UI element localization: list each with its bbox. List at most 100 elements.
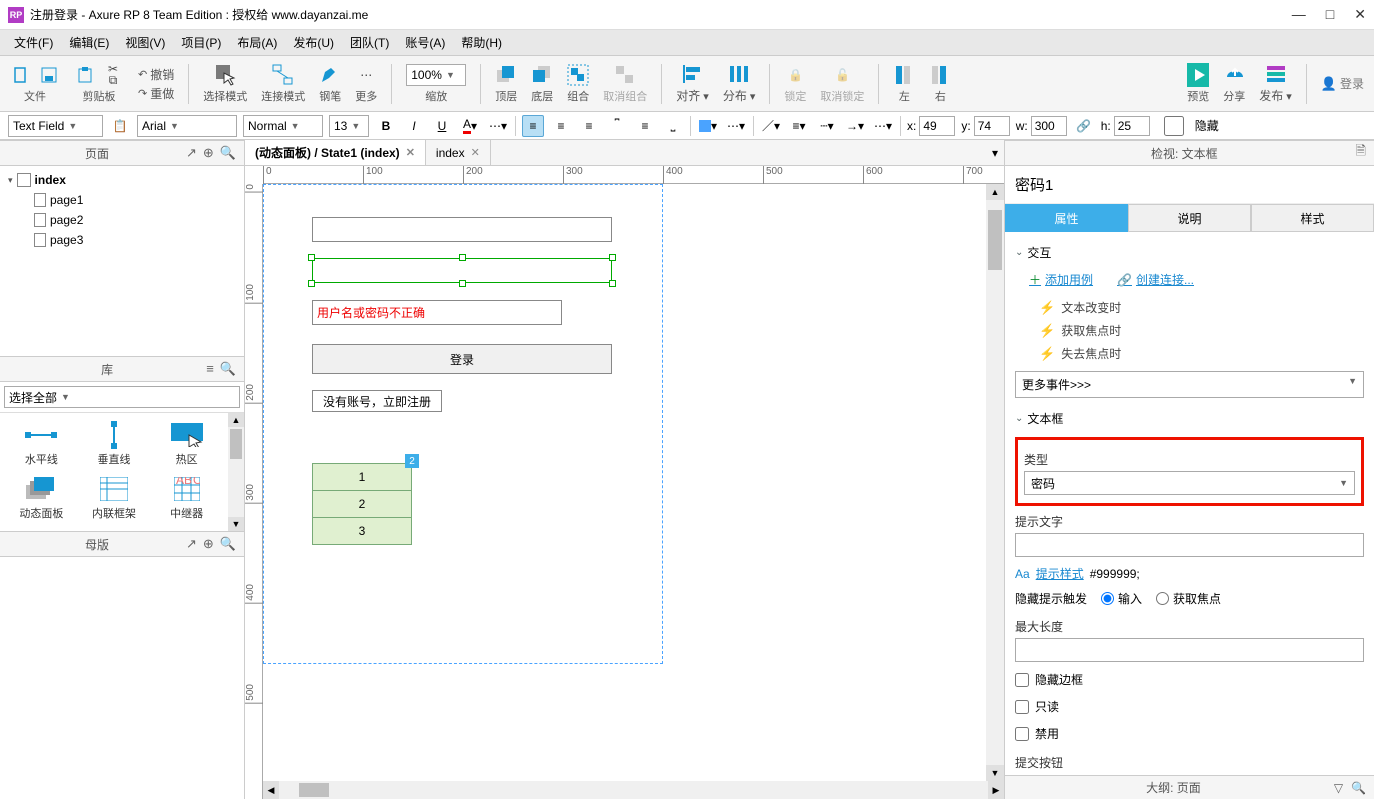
- canvas-vscroll[interactable]: ▲▼: [986, 184, 1004, 781]
- menu-team[interactable]: 团队(T): [344, 32, 395, 53]
- repeater-row[interactable]: 2: [312, 490, 412, 518]
- insp-tab-props[interactable]: 属性: [1005, 204, 1128, 232]
- menu-edit[interactable]: 编辑(E): [63, 32, 115, 53]
- menu-project[interactable]: 项目(P): [175, 32, 227, 53]
- radio-focus[interactable]: 获取焦点: [1156, 590, 1221, 607]
- event-focus[interactable]: ⚡获取焦点时: [1015, 319, 1364, 342]
- weight-select[interactable]: Normal▼: [243, 115, 323, 137]
- h-input[interactable]: [1114, 116, 1150, 136]
- canvas-hscroll[interactable]: ◀▶: [263, 781, 1004, 799]
- copy-icon[interactable]: ⧉: [102, 75, 124, 86]
- widget-name[interactable]: 密码1: [1005, 166, 1374, 204]
- add-master-icon[interactable]: ↗: [186, 536, 197, 552]
- close-tab-icon[interactable]: ✕: [471, 146, 480, 159]
- align-h-right-button[interactable]: ≡: [578, 115, 600, 137]
- add-master-folder-icon[interactable]: ⊕: [203, 536, 214, 552]
- share-icon[interactable]: [1223, 64, 1245, 86]
- event-textchange[interactable]: ⚡文本改变时: [1015, 296, 1364, 319]
- tab-state1[interactable]: (动态面板) / State1 (index)✕: [245, 140, 426, 165]
- lib-hotspot[interactable]: 热区: [151, 419, 222, 471]
- line-style-button[interactable]: ┄▾: [816, 115, 838, 137]
- preview-icon[interactable]: [1187, 64, 1209, 86]
- align-v-top-button[interactable]: ⎴: [606, 115, 628, 137]
- menu-help[interactable]: 帮助(H): [455, 32, 508, 53]
- arrow-button[interactable]: →▾: [844, 115, 866, 137]
- hide-border-checkbox[interactable]: [1015, 673, 1029, 687]
- hidden-checkbox[interactable]: 隐藏: [1156, 116, 1219, 136]
- pen-icon[interactable]: [319, 64, 341, 86]
- tree-root[interactable]: ▾index: [4, 170, 240, 190]
- link-wh-icon[interactable]: 🔗: [1073, 115, 1095, 137]
- lib-vline[interactable]: 垂直线: [79, 419, 150, 471]
- menu-account[interactable]: 账号(A): [399, 32, 451, 53]
- undo-button[interactable]: ↶ 撤销: [138, 66, 174, 83]
- menu-view[interactable]: 视图(V): [119, 32, 171, 53]
- maxlen-input[interactable]: [1015, 638, 1364, 662]
- align-right-icon[interactable]: [929, 64, 951, 86]
- menu-layout[interactable]: 布局(A): [231, 32, 283, 53]
- lib-hline[interactable]: 水平线: [6, 419, 77, 471]
- notes-icon[interactable]: 🗎: [1356, 142, 1366, 164]
- tab-dropdown-icon[interactable]: ▾: [992, 146, 998, 160]
- event-blur[interactable]: ⚡失去焦点时: [1015, 342, 1364, 365]
- font-color-button[interactable]: A ▾: [459, 115, 481, 137]
- paste-icon[interactable]: [74, 64, 96, 86]
- bold-button[interactable]: B: [375, 115, 397, 137]
- login-button[interactable]: 👤 登录: [1321, 75, 1364, 92]
- x-input[interactable]: [919, 116, 955, 136]
- lib-dynpanel[interactable]: 动态面板: [6, 473, 77, 525]
- more-line-button[interactable]: ⋯▾: [872, 115, 894, 137]
- close-tab-icon[interactable]: ✕: [406, 146, 415, 159]
- lib-iframe[interactable]: 内联框架: [79, 473, 150, 525]
- redo-button[interactable]: ↷ 重做: [138, 85, 174, 102]
- select-mode-icon[interactable]: [214, 64, 236, 86]
- radio-input[interactable]: 输入: [1101, 590, 1142, 607]
- menu-file[interactable]: 文件(F): [8, 32, 59, 53]
- more-fill-button[interactable]: ⋯▾: [725, 115, 747, 137]
- send-back-icon[interactable]: [531, 64, 553, 86]
- connect-mode-icon[interactable]: [272, 64, 294, 86]
- add-case-link[interactable]: ＋添加用例: [1029, 271, 1093, 288]
- readonly-checkbox[interactable]: [1015, 700, 1029, 714]
- add-folder-icon[interactable]: ⊕: [203, 145, 214, 161]
- italic-button[interactable]: I: [403, 115, 425, 137]
- align-h-left-button[interactable]: ≡: [522, 115, 544, 137]
- outline-filter-icon[interactable]: ▽: [1334, 781, 1343, 795]
- align-v-bot-button[interactable]: ⎵: [662, 115, 684, 137]
- outline-search-icon[interactable]: 🔍: [1351, 781, 1366, 795]
- search-pages-icon[interactable]: 🔍: [220, 145, 236, 161]
- section-interaction[interactable]: ⌄交互: [1015, 238, 1364, 267]
- tab-index[interactable]: index✕: [426, 140, 491, 165]
- widget-username-input[interactable]: [312, 217, 612, 242]
- align-v-mid-button[interactable]: ≡: [634, 115, 656, 137]
- align-h-center-button[interactable]: ≡: [550, 115, 572, 137]
- tree-page[interactable]: page1: [4, 190, 240, 210]
- lib-menu-icon[interactable]: ≡: [206, 361, 214, 377]
- size-select[interactable]: 13▼: [329, 115, 369, 137]
- library-scrollbar[interactable]: ▲▼: [228, 413, 244, 531]
- underline-button[interactable]: U: [431, 115, 453, 137]
- lib-search-icon[interactable]: 🔍: [220, 361, 236, 377]
- insp-tab-notes[interactable]: 说明: [1128, 204, 1251, 232]
- close-button[interactable]: ✕: [1354, 6, 1366, 23]
- insp-tab-style[interactable]: 样式: [1251, 204, 1374, 232]
- w-input[interactable]: [1031, 116, 1067, 136]
- save-icon[interactable]: [38, 64, 60, 86]
- maximize-button[interactable]: □: [1326, 6, 1334, 23]
- type-select[interactable]: 密码▼: [1024, 471, 1355, 495]
- minimize-button[interactable]: —: [1292, 6, 1306, 23]
- new-file-icon[interactable]: [10, 64, 32, 86]
- align-left-icon[interactable]: [893, 64, 915, 86]
- unlock-icon[interactable]: 🔓: [831, 64, 853, 86]
- repeater-row[interactable]: 1: [312, 463, 412, 491]
- disabled-checkbox[interactable]: [1015, 727, 1029, 741]
- library-select[interactable]: 选择全部▼: [4, 386, 240, 408]
- font-select[interactable]: Arial▼: [137, 115, 237, 137]
- widget-error-text[interactable]: 用户名或密码不正确: [312, 300, 562, 325]
- tree-page[interactable]: page2: [4, 210, 240, 230]
- line-color-button[interactable]: ／▾: [760, 115, 782, 137]
- more-events-select[interactable]: 更多事件>>>▼: [1015, 371, 1364, 398]
- y-input[interactable]: [974, 116, 1010, 136]
- ungroup-icon[interactable]: [614, 64, 636, 86]
- publish-icon[interactable]: [1265, 63, 1287, 85]
